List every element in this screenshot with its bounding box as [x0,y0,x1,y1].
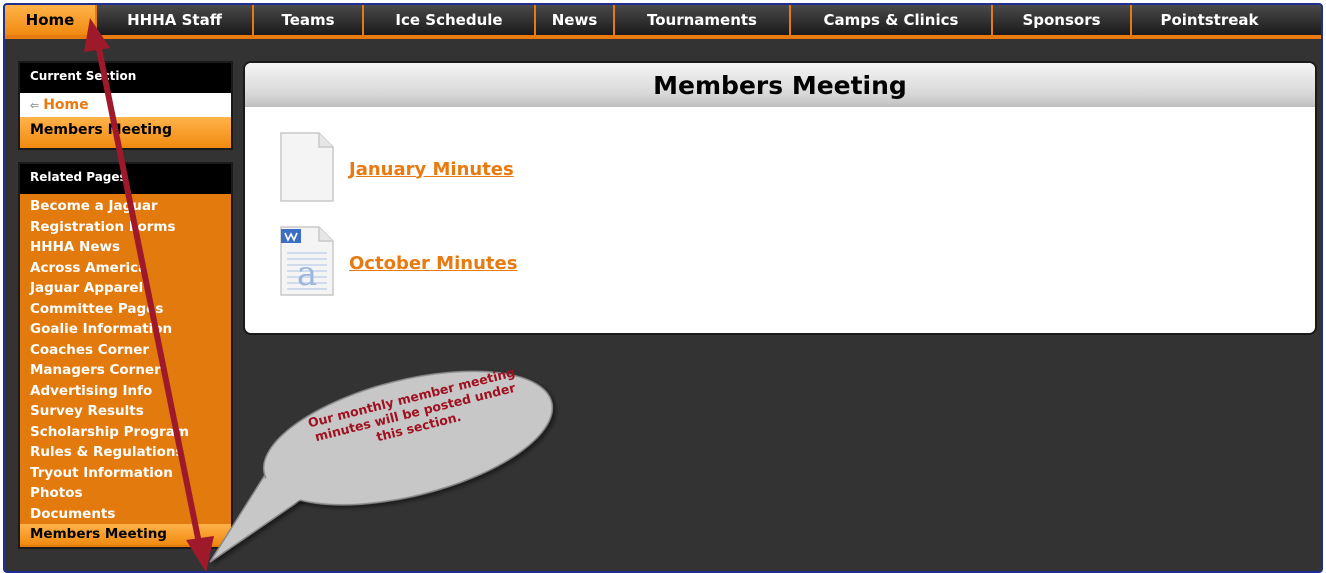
double-arrow [84,18,214,572]
annotation-overlay [84,18,554,572]
